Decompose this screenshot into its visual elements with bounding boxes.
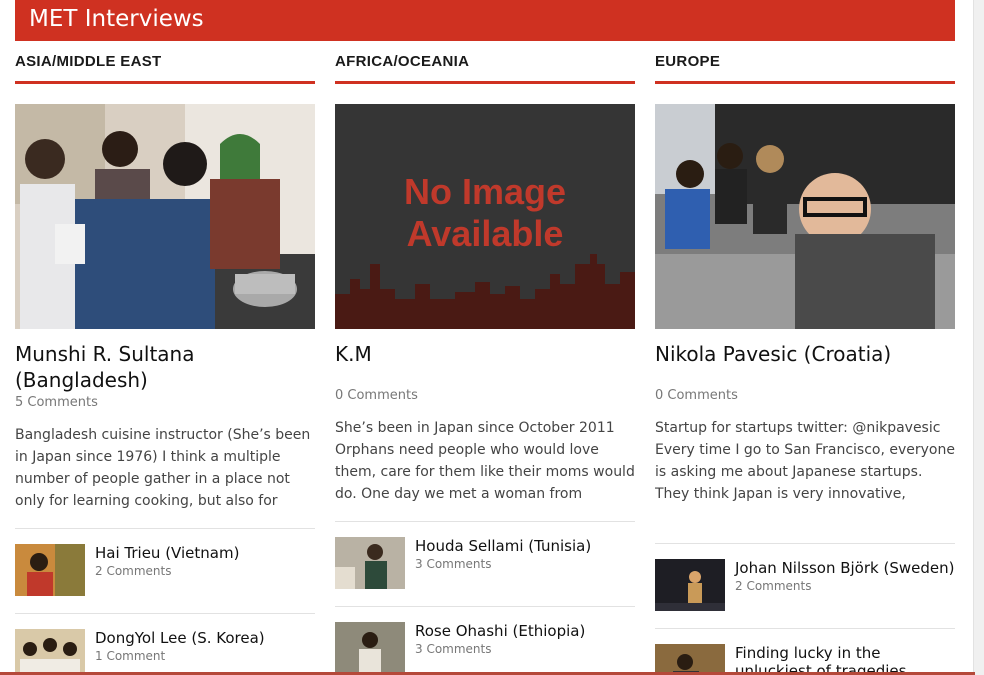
item-comments[interactable]: 3 Comments <box>415 642 585 656</box>
item-title[interactable]: DongYol Lee (S. Korea) <box>95 629 265 647</box>
feature-excerpt: She’s been in Japan since October 2011 O… <box>335 420 635 502</box>
item-title[interactable]: Finding lucky in the unluckiest of trage… <box>735 644 955 675</box>
placeholder-line2: Available <box>407 213 564 254</box>
column-europe: EUROPE Nikola Pavesic (Croatia) 0 Commen… <box>655 41 955 675</box>
feature-excerpt: Bangladesh cuisine instructor (She’s bee… <box>15 427 311 509</box>
selfie-photo <box>655 104 955 329</box>
list-item[interactable]: Finding lucky in the unluckiest of trage… <box>655 629 955 675</box>
item-thumbnail[interactable] <box>335 622 405 674</box>
item-thumbnail[interactable] <box>15 629 85 675</box>
stage-photo <box>655 559 725 611</box>
column-heading[interactable]: ASIA/MIDDLE EAST <box>15 53 315 72</box>
item-thumbnail[interactable] <box>655 644 725 675</box>
item-comments[interactable]: 2 Comments <box>735 579 954 593</box>
column-rule <box>335 81 635 84</box>
list-item[interactable]: Houda Sellami (Tunisia) 3 Comments <box>335 522 635 592</box>
feature-comments[interactable]: 0 Comments <box>655 388 955 405</box>
placeholder-line1: No Image <box>404 171 566 212</box>
item-title[interactable]: Houda Sellami (Tunisia) <box>415 537 591 555</box>
item-thumbnail[interactable] <box>335 537 405 589</box>
page: MET Interviews ASIA/MIDDLE EAST Munshi R… <box>0 0 984 675</box>
feature-excerpt: Startup for startups twitter: @nikpavesi… <box>655 420 955 502</box>
cooking-photo <box>15 104 315 329</box>
item-thumbnail[interactable] <box>15 544 85 596</box>
portrait-photo <box>335 537 405 589</box>
item-comments[interactable]: 1 Comment <box>95 649 265 663</box>
section-banner: MET Interviews <box>15 0 955 41</box>
feature-image[interactable] <box>15 104 315 329</box>
banner-title: MET Interviews <box>29 6 204 32</box>
feature-comments[interactable]: 0 Comments <box>335 388 635 405</box>
feature-title[interactable]: Nikola Pavesic (Croatia) <box>655 341 955 367</box>
column-rule <box>655 81 955 84</box>
item-title[interactable]: Johan Nilsson Björk (Sweden) <box>735 559 954 577</box>
feature-image[interactable]: No Image Available <box>335 104 635 329</box>
portrait-photo <box>655 644 725 675</box>
feature-comments[interactable]: 5 Comments <box>15 395 315 412</box>
scrollbar[interactable] <box>973 0 984 675</box>
no-image-placeholder: No Image Available <box>335 104 635 329</box>
item-comments[interactable]: 3 Comments <box>415 557 591 571</box>
feature-title[interactable]: K.M <box>335 341 635 367</box>
list-item[interactable]: Hai Trieu (Vietnam) 2 Comments <box>15 529 315 599</box>
portrait-photo <box>335 622 405 674</box>
feature-title[interactable]: Munshi R. Sultana (Bangladesh) <box>15 341 315 393</box>
column-africa: AFRICA/OCEANIA No Image Available K.M 0 … <box>335 41 635 675</box>
list-item[interactable]: Johan Nilsson Björk (Sweden) 2 Comments <box>655 544 955 628</box>
item-thumbnail[interactable] <box>655 559 725 611</box>
column-heading[interactable]: AFRICA/OCEANIA <box>335 53 635 72</box>
feature-image[interactable] <box>655 104 955 329</box>
list-item[interactable]: DongYol Lee (S. Korea) 1 Comment <box>15 614 315 675</box>
group-photo <box>15 629 85 675</box>
item-comments[interactable]: 2 Comments <box>95 564 239 578</box>
list-item[interactable]: Rose Ohashi (Ethiopia) 3 Comments <box>335 607 635 675</box>
column-rule <box>15 81 315 84</box>
item-title[interactable]: Hai Trieu (Vietnam) <box>95 544 239 562</box>
item-title[interactable]: Rose Ohashi (Ethiopia) <box>415 622 585 640</box>
column-asia: ASIA/MIDDLE EAST Munshi R. Sultana (Bang… <box>15 41 315 675</box>
portrait-photo <box>15 544 85 596</box>
column-heading[interactable]: EUROPE <box>655 53 955 72</box>
